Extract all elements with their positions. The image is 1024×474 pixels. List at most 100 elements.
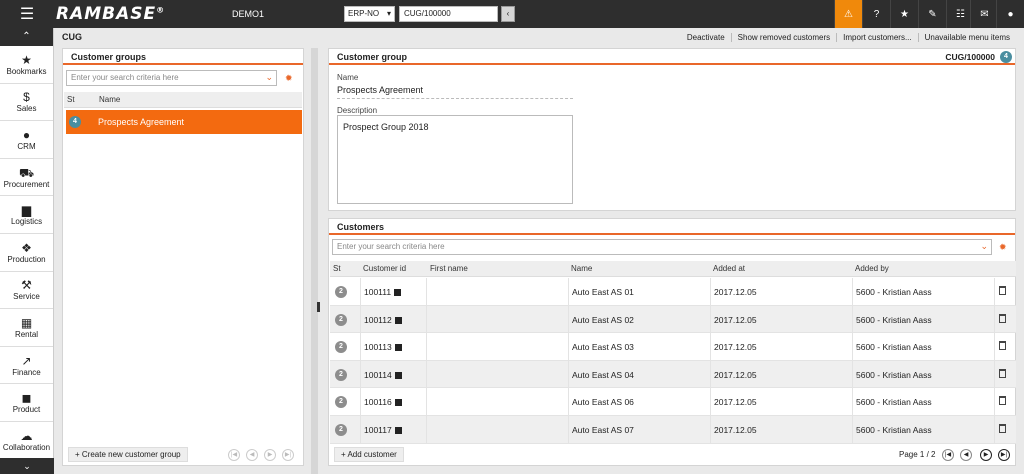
status-badge: 4 — [69, 116, 81, 128]
panel-title: Customer groups — [63, 49, 303, 65]
gear-icon[interactable]: ✹ — [285, 73, 293, 84]
help-icon[interactable]: ? — [862, 0, 890, 28]
chevron-up-icon[interactable]: ⌃ — [0, 28, 53, 46]
box-icon: ◼ — [21, 391, 32, 406]
plus-icon: + — [341, 450, 346, 459]
prev-page-icon[interactable]: ◀ — [960, 449, 972, 461]
prev-page-icon[interactable]: ◀ — [246, 449, 258, 461]
panel-title: Customers — [329, 219, 1015, 235]
star-icon[interactable]: ★ — [890, 0, 918, 28]
next-page-icon[interactable]: ▶ — [264, 449, 276, 461]
drag-handle[interactable] — [317, 302, 320, 312]
customer-id[interactable]: 100114 — [364, 370, 402, 380]
cart-icon: ⛟ — [18, 165, 35, 180]
external-link-icon[interactable] — [394, 371, 402, 379]
chat-icon: ☁ — [20, 428, 33, 443]
left-nav: ⌃ ★ Bookmarks $ Sales ● CRM ⛟ Procurement ▆ L… — [0, 28, 54, 474]
customer-id[interactable]: 100111 — [364, 287, 402, 297]
menu-unavailable-items[interactable]: Unavailable menu items — [917, 33, 1016, 42]
table-row[interactable]: 2 100116 Auto East AS 06 2017.12.05 5600… — [330, 388, 1016, 416]
back-button[interactable]: ‹ — [501, 6, 515, 22]
trash-icon[interactable] — [999, 396, 1006, 406]
paperclip-icon[interactable]: ✎ — [918, 0, 946, 28]
customer-id[interactable]: 100116 — [364, 397, 402, 407]
create-group-button[interactable]: + Create new customer group — [68, 447, 188, 462]
chevron-down-icon[interactable]: ⌄ — [265, 72, 273, 83]
system-select[interactable]: ERP-NO ▾ — [344, 6, 395, 22]
trash-icon[interactable] — [999, 313, 1006, 323]
nav-item-procurement[interactable]: ⛟ Procurement — [0, 159, 53, 197]
external-link-icon[interactable] — [394, 344, 402, 352]
customer-id[interactable]: 100117 — [364, 425, 402, 435]
caret-down-icon: ▾ — [386, 9, 391, 18]
table-row[interactable]: 4 Prospects Agreement — [66, 110, 302, 134]
nav-item-logistics[interactable]: ▆ Logistics — [0, 196, 53, 234]
status-badge: 2 — [335, 286, 347, 298]
nav-item-service[interactable]: ⚒ Service — [0, 272, 53, 310]
nav-item-finance[interactable]: ↗ Finance — [0, 347, 53, 385]
hamburger-icon[interactable]: ☰ — [0, 0, 54, 28]
wrench-icon: ⚒ — [21, 278, 32, 293]
external-link-icon[interactable] — [394, 289, 402, 296]
first-page-icon[interactable]: |◀ — [228, 449, 240, 461]
next-page-icon[interactable]: ▶ — [980, 449, 992, 461]
money-bag-icon: $ — [23, 90, 30, 105]
chevron-down-icon[interactable]: ⌄ — [0, 458, 54, 474]
calendar-icon: ▦ — [20, 315, 33, 330]
description-field[interactable]: Prospect Group 2018 — [337, 115, 573, 204]
customers-table-header: St Customer id First name Name Added at … — [330, 261, 1016, 277]
customer-id[interactable]: 100113 — [364, 342, 402, 352]
groups-search-input[interactable]: Enter your search criteria here ⌄ — [66, 70, 277, 86]
warning-icon[interactable]: ⚠ — [834, 0, 862, 28]
customer-id[interactable]: 100112 — [364, 315, 402, 325]
last-page-icon[interactable]: ▶| — [282, 449, 294, 461]
status-badge: 2 — [335, 313, 347, 326]
user-icon[interactable]: ● — [996, 0, 1024, 28]
trash-icon[interactable] — [999, 368, 1006, 378]
cubes-icon: ❖ — [21, 240, 32, 255]
menu-show-removed-customers[interactable]: Show removed customers — [730, 33, 836, 42]
trash-icon[interactable] — [999, 286, 1006, 295]
table-row[interactable]: 2 100117 Auto East AS 07 2017.12.05 5600… — [330, 416, 1016, 444]
nav-item-production[interactable]: ❖ Production — [0, 234, 53, 272]
mail-icon[interactable]: ✉ — [970, 0, 998, 28]
nav-item-bookmarks[interactable]: ★ Bookmarks — [0, 46, 53, 84]
chart-line-icon: ↗ — [21, 353, 32, 368]
menu-import-customers[interactable]: Import customers... — [836, 33, 917, 42]
trash-icon[interactable] — [999, 424, 1006, 433]
table-row[interactable]: 2 100111 Auto East AS 01 2017.12.05 5600… — [330, 278, 1016, 306]
nav-item-product[interactable]: ◼ Product — [0, 384, 53, 422]
panel-splitter[interactable] — [309, 48, 323, 474]
nav-item-crm[interactable]: ● CRM — [0, 121, 53, 159]
menu-deactivate[interactable]: Deactivate — [681, 33, 731, 42]
add-customer-button[interactable]: + Add customer — [334, 447, 404, 462]
panel-title: Customer group — [337, 52, 408, 62]
nav-item-sales[interactable]: $ Sales — [0, 84, 53, 122]
plus-icon: + — [75, 450, 80, 459]
table-row[interactable]: 2 100114 Auto East AS 04 2017.12.05 5600… — [330, 360, 1016, 389]
nav-item-rental[interactable]: ▦ Rental — [0, 309, 53, 347]
page-info: Page 1 / 2 — [899, 450, 936, 459]
status-badge: 2 — [335, 341, 347, 354]
table-row[interactable]: 2 100113 Auto East AS 03 2017.12.05 5600… — [330, 333, 1016, 361]
page-title: CUG — [62, 32, 82, 42]
object-id-input[interactable]: CUG/100000 — [399, 6, 498, 22]
last-page-icon[interactable]: ▶| — [998, 449, 1010, 461]
gear-icon[interactable]: ✹ — [999, 242, 1007, 253]
name-label: Name — [337, 73, 359, 82]
first-page-icon[interactable]: |◀ — [942, 449, 954, 461]
nav-item-collaboration[interactable]: ☁ Collaboration — [0, 422, 53, 460]
customers-search-input[interactable]: Enter your search criteria here ⌄ — [332, 239, 992, 255]
external-link-icon[interactable] — [394, 427, 402, 434]
groups-table-header: St Name — [64, 92, 302, 108]
truck-icon: ▆ — [21, 203, 32, 218]
external-link-icon[interactable] — [394, 316, 402, 324]
context-menu: Deactivate Show removed customers Import… — [681, 33, 1016, 42]
external-link-icon[interactable] — [394, 399, 402, 407]
company-name: DEMO1 — [232, 9, 265, 19]
rambase-logo[interactable]: RAMBASE® — [56, 4, 165, 24]
table-row[interactable]: 2 100112 Auto East AS 02 2017.12.05 5600… — [330, 305, 1016, 334]
chevron-down-icon[interactable]: ⌄ — [980, 241, 988, 252]
trash-icon[interactable] — [999, 341, 1006, 351]
name-field[interactable]: Prospects Agreement — [337, 85, 573, 99]
